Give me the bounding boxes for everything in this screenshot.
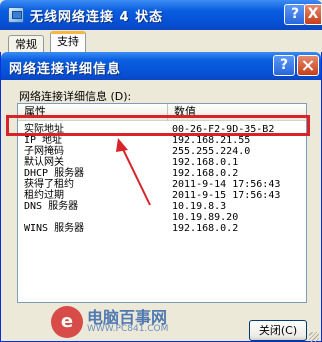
row-value: 2011-9-15 17:56:43 bbox=[172, 190, 281, 201]
watermark-url: WWW.PC841.COM bbox=[87, 324, 169, 334]
table-row[interactable]: DNS 服务器 10.19.8.3 bbox=[18, 201, 306, 212]
row-property: WINS 服务器 bbox=[24, 223, 85, 234]
watermark-name: 电脑百事网 bbox=[87, 308, 168, 327]
row-value: 255.255.224.0 bbox=[172, 146, 251, 157]
row-value: 192.168.0.2 bbox=[172, 168, 239, 179]
resize-grip-icon[interactable] bbox=[309, 332, 319, 342]
row-property: DNS 服务器 bbox=[24, 201, 79, 212]
outer-window-title: 无线网络连接 4 状态 bbox=[30, 10, 164, 25]
tab-general[interactable]: 常规 bbox=[8, 35, 44, 52]
table-row[interactable]: WINS 服务器 192.168.0.2 bbox=[18, 223, 306, 234]
dialog-help-button[interactable]: ? bbox=[273, 55, 295, 76]
tab-support[interactable]: 支持 bbox=[50, 31, 86, 52]
row-property: 子网掩码 bbox=[24, 146, 64, 157]
watermark-e-icon: e bbox=[51, 306, 83, 338]
outer-help-button[interactable]: ? bbox=[284, 4, 306, 25]
row-value: 10.19.8.3 bbox=[172, 201, 227, 212]
row-value: 192.168.21.55 bbox=[172, 135, 251, 146]
table-row[interactable]: 默认网关 192.168.0.1 bbox=[18, 157, 306, 168]
details-listview[interactable]: 属性 数值 实际地址 00-26-F2-9D-35-B2 IP 地址 192.1… bbox=[17, 103, 307, 303]
outer-window-titlebar: 无线网络连接 4 状态 ? X bbox=[0, 0, 322, 30]
row-value: 10.19.89.20 bbox=[172, 212, 239, 223]
details-list-label: 网络连接详细信息 (D): bbox=[19, 90, 132, 103]
row-property: DHCP 服务器 bbox=[24, 168, 85, 179]
table-row[interactable]: 实际地址 00-26-F2-9D-35-B2 bbox=[18, 124, 306, 135]
row-value: 00-26-F2-9D-35-B2 bbox=[172, 124, 275, 135]
site-watermark-logo: e 电脑百事网 WWW.PC841.COM bbox=[51, 302, 168, 340]
close-button[interactable]: 关闭(C) bbox=[249, 320, 307, 341]
row-property: 获得了租约 bbox=[24, 179, 74, 190]
network-details-dialog: 网络连接详细信息 ? 网络连接详细信息 (D): 属性 数值 实际地址 00-2… bbox=[0, 52, 322, 342]
dialog-title: 网络连接详细信息 bbox=[9, 62, 122, 77]
table-row[interactable]: 子网掩码 255.255.224.0 bbox=[18, 146, 306, 157]
row-value: 192.168.0.2 bbox=[172, 223, 239, 234]
column-header-value[interactable]: 数值 bbox=[168, 104, 306, 121]
outer-close-button[interactable]: X bbox=[304, 4, 322, 25]
row-property: 实际地址 bbox=[24, 124, 64, 135]
row-property: 租约过期 bbox=[24, 190, 64, 201]
row-property: 默认网关 bbox=[24, 157, 64, 168]
row-value: 192.168.0.1 bbox=[172, 157, 239, 168]
table-row[interactable]: IP 地址 192.168.21.55 bbox=[18, 135, 306, 146]
table-row[interactable]: 租约过期 2011-9-15 17:56:43 bbox=[18, 190, 306, 201]
row-property: IP 地址 bbox=[24, 135, 63, 146]
table-row[interactable]: 10.19.89.20 bbox=[18, 212, 306, 223]
listview-header: 属性 数值 bbox=[18, 104, 306, 121]
network-connection-icon bbox=[8, 7, 24, 23]
dialog-titlebar: 网络连接详细信息 ? bbox=[1, 52, 321, 80]
dialog-close-icon[interactable] bbox=[297, 55, 319, 76]
table-row[interactable]: 获得了租约 2011-9-14 17:56:43 bbox=[18, 179, 306, 190]
column-header-property[interactable]: 属性 bbox=[18, 104, 168, 121]
table-row[interactable]: DHCP 服务器 192.168.0.2 bbox=[18, 168, 306, 179]
row-value: 2011-9-14 17:56:43 bbox=[172, 179, 281, 190]
